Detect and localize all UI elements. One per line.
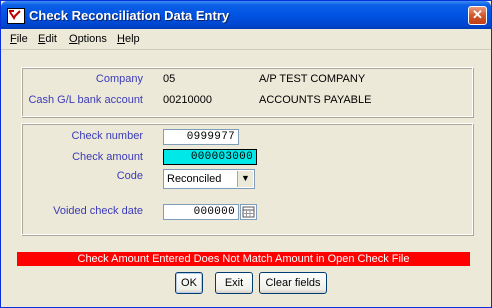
check-amount-label: Check amount [72, 151, 143, 163]
menu-help-rest: elp [124, 33, 140, 45]
bank-account-label: Cash G/L bank account [28, 94, 143, 106]
check-number-label: Check number [71, 130, 143, 142]
company-name: A/P TEST COMPANY [259, 73, 366, 85]
error-message: Check Amount Entered Does Not Match Amou… [17, 252, 470, 266]
menu-bar: File Edit Options Help [1, 30, 491, 50]
menu-file-rest: ile [16, 33, 28, 45]
check-number-field[interactable]: 0999977 [163, 129, 239, 145]
check-amount-field[interactable]: 000003000 [163, 149, 257, 165]
window-title: Check Reconciliation Data Entry [29, 8, 230, 23]
bank-account-code: 00210000 [163, 94, 212, 106]
title-bar: Check Reconciliation Data Entry ✕ [1, 1, 491, 29]
ok-button[interactable]: OK [175, 272, 203, 294]
menu-options-key: O [69, 33, 78, 45]
app-icon [7, 8, 25, 24]
code-select[interactable]: Reconciled ▼ [163, 169, 255, 189]
menu-file-key: F [10, 33, 17, 45]
close-icon[interactable]: ✕ [468, 6, 487, 25]
clear-fields-button[interactable]: Clear fields [259, 272, 327, 294]
exit-button[interactable]: Exit [215, 272, 253, 294]
company-code: 05 [163, 73, 176, 85]
chevron-down-icon[interactable]: ▼ [237, 171, 253, 187]
company-label: Company [95, 73, 143, 85]
bank-account-name: ACCOUNTS PAYABLE [259, 94, 372, 106]
menu-help-key: H [117, 33, 125, 45]
menu-edit[interactable]: Edit [38, 33, 57, 45]
code-label: Code [116, 170, 143, 182]
menu-edit-rest: dit [45, 33, 57, 45]
menu-help[interactable]: Help [117, 33, 140, 45]
menu-options-rest: ptions [77, 33, 107, 45]
menu-file[interactable]: File [10, 33, 28, 45]
calendar-icon[interactable] [240, 204, 257, 220]
dialog-window: Check Reconciliation Data Entry ✕ File E… [0, 0, 492, 308]
code-select-value: Reconciled [167, 173, 222, 185]
voided-date-field[interactable]: 000000 [163, 204, 239, 220]
voided-date-label: Voided check date [53, 205, 143, 217]
menu-options[interactable]: Options [69, 33, 107, 45]
